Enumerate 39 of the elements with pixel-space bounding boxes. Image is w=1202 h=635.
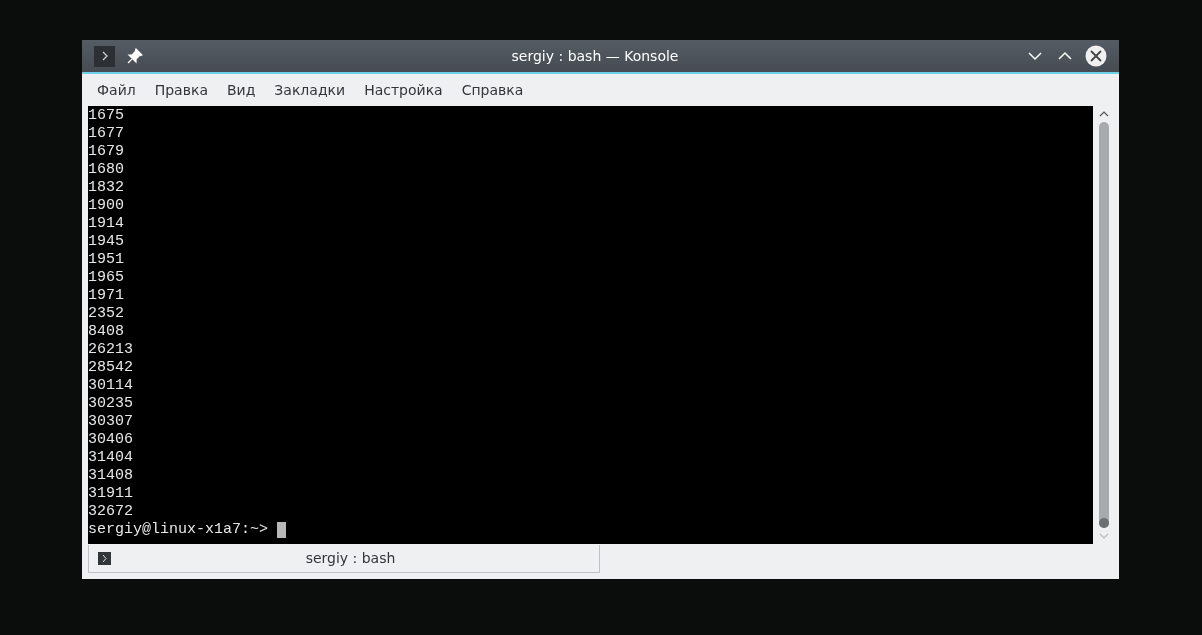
output-line: 31408 xyxy=(88,467,133,485)
output-line: 28542 xyxy=(88,359,133,377)
menu-item[interactable]: Настройка xyxy=(355,79,452,101)
output-line: 1677 xyxy=(88,125,124,143)
output-line: 8408 xyxy=(88,323,124,341)
output-line: 26213 xyxy=(88,341,133,359)
output-line: 30235 xyxy=(88,395,133,413)
output-line: 1832 xyxy=(88,179,124,197)
output-line: 1965 xyxy=(88,269,124,287)
output-line: 31404 xyxy=(88,449,133,467)
close-icon[interactable] xyxy=(1085,45,1107,67)
menu-item[interactable]: Правка xyxy=(145,79,217,101)
window-title: sergiy : bash — Konsole xyxy=(510,46,680,66)
output-line: 32672 xyxy=(88,503,133,521)
output-line: 1679 xyxy=(88,143,124,161)
shell-prompt: sergiy@linux-x1a7:~> xyxy=(88,521,269,539)
pin-icon[interactable] xyxy=(127,48,143,64)
output-line: 1951 xyxy=(88,251,124,269)
text-cursor xyxy=(277,522,287,538)
output-line: 1971 xyxy=(88,287,124,305)
output-line: 1914 xyxy=(88,215,124,233)
terminal-icon xyxy=(98,552,111,565)
output-line: 31911 xyxy=(88,485,133,503)
output-line: 1945 xyxy=(88,233,124,251)
output-line: 30114 xyxy=(88,377,133,395)
menu-item[interactable]: Вид xyxy=(217,79,265,101)
menu-item[interactable]: Справка xyxy=(452,79,533,101)
output-line: 30406 xyxy=(88,431,133,449)
output-line: 1675 xyxy=(88,107,124,125)
session-tab[interactable]: sergiy : bash xyxy=(88,545,600,573)
output-line: 1900 xyxy=(88,197,124,215)
menu-item[interactable]: Файл xyxy=(88,79,145,101)
terminal-menu-button[interactable] xyxy=(94,45,115,67)
output-line: 2352 xyxy=(88,305,124,323)
scroll-up-icon[interactable] xyxy=(1099,110,1109,118)
output-line: 30307 xyxy=(88,413,133,431)
scrollbar-handle[interactable] xyxy=(1099,518,1109,528)
output-line: 1680 xyxy=(88,161,124,179)
menu-item[interactable]: Закладки xyxy=(265,79,355,101)
